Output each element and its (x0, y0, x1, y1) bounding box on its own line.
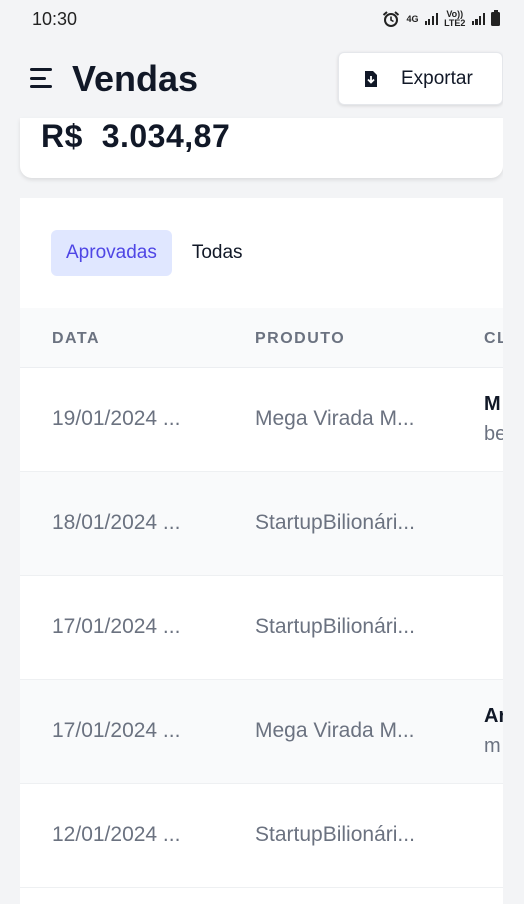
battery-icon (491, 10, 500, 26)
row-date: 18/01/2024 ... (52, 511, 181, 534)
row-product: Mega Virada M... (255, 407, 415, 430)
table-row[interactable]: 19/01/2024 ... Mega Virada M... M be (20, 368, 503, 472)
status-time: 10:30 (32, 8, 78, 29)
export-button-label: Exportar (401, 67, 473, 89)
row-client-email: m (484, 735, 501, 757)
table-row[interactable]: 12/01/2024 ... StartupBilionári... (20, 784, 503, 888)
signal-2-icon (471, 13, 485, 25)
row-date: 17/01/2024 ... (52, 615, 181, 638)
row-date: 17/01/2024 ... (52, 719, 181, 742)
row-product: StartupBilionári... (255, 823, 415, 846)
column-header-date[interactable]: DATA (52, 330, 100, 348)
row-client-name: Ar (484, 705, 503, 727)
table-header: DATA PRODUTO CL (20, 308, 503, 368)
tab-approved[interactable]: Aprovadas (51, 230, 172, 276)
row-date: 19/01/2024 ... (52, 407, 181, 430)
row-client-email: be (484, 423, 503, 445)
status-bar: 10:30 4G Vo)) LTE2 (0, 0, 524, 38)
alarm-icon (383, 11, 400, 27)
status-icons: 4G Vo)) LTE2 (382, 10, 500, 28)
file-download-icon (365, 70, 377, 87)
sales-tabs: Aprovadas Todas (51, 230, 247, 276)
row-date: 12/01/2024 ... (52, 823, 181, 846)
network-type-label: 4G (406, 13, 419, 24)
app-header: Vendas Exportar (0, 40, 524, 120)
row-product: Mega Virada M... (255, 719, 415, 742)
row-product: StartupBilionári... (255, 511, 415, 534)
page-title: Vendas (72, 58, 199, 99)
column-header-product[interactable]: PRODUTO (255, 330, 345, 348)
table-row[interactable]: 17/01/2024 ... StartupBilionári... (20, 576, 503, 680)
row-client-name: M (484, 393, 501, 415)
sales-table-body: 19/01/2024 ... Mega Virada M... M be 18/… (20, 368, 503, 888)
total-sales-card: R$ 3.034,87 (20, 118, 503, 178)
column-header-client[interactable]: CL (484, 330, 503, 348)
signal-icon (424, 13, 438, 25)
volte-label: Vo)) LTE2 (444, 9, 466, 28)
export-button[interactable]: Exportar (338, 52, 503, 105)
table-row[interactable]: 17/01/2024 ... Mega Virada M... Ar m (20, 680, 503, 784)
total-sales-value: R$ 3.034,87 (41, 118, 231, 154)
sales-panel: Aprovadas Todas DATA PRODUTO CL 19/01/20… (20, 198, 503, 904)
tab-all[interactable]: Todas (188, 230, 247, 276)
table-row[interactable]: 18/01/2024 ... StartupBilionári... (20, 472, 503, 576)
page-right-gutter (503, 0, 524, 904)
menu-icon[interactable] (30, 68, 54, 88)
row-product: StartupBilionári... (255, 615, 415, 638)
